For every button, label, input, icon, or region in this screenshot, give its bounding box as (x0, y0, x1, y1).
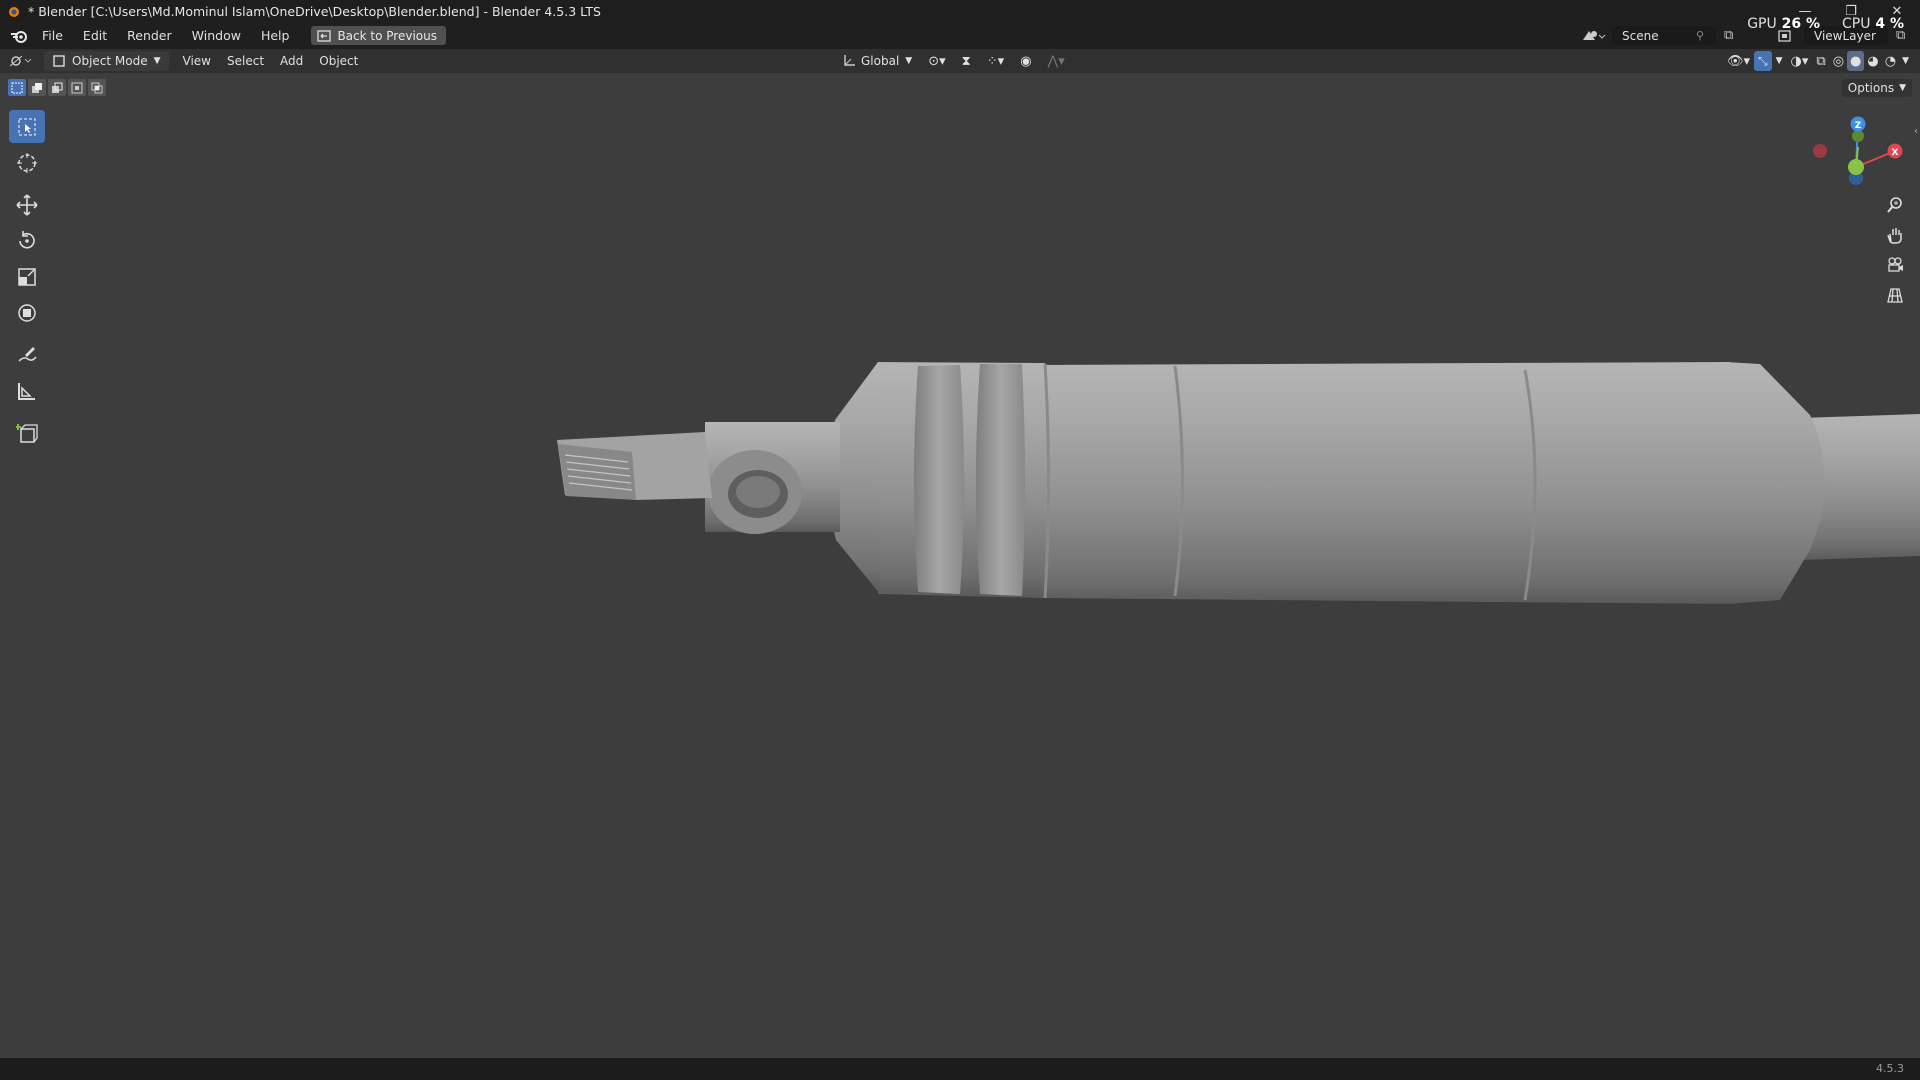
scene-selector[interactable]: Scene ⚲ (1612, 26, 1716, 45)
transform-orientation-dropdown[interactable]: Global ▼ (834, 51, 920, 71)
select-invert-icon[interactable] (68, 79, 86, 96)
chevron-down-icon: ▼ (905, 56, 913, 66)
blender-logo-icon (9, 7, 19, 17)
window-titlebar: * Blender [C:\Users\Md.Mominul Islam\One… (0, 0, 1920, 22)
back-to-previous-button[interactable]: Back to Previous (311, 26, 446, 45)
select-box-tool[interactable] (9, 110, 45, 143)
svg-text:Z: Z (1855, 121, 1862, 131)
annotate-icon (18, 346, 37, 362)
selection-mode-group (8, 79, 106, 96)
gizmo-dropdown-icon[interactable]: ▼ (1772, 51, 1787, 71)
scale-tool[interactable] (9, 260, 45, 293)
menu-window[interactable]: Window (182, 22, 251, 49)
wireframe-shading-icon[interactable]: ◎ (1830, 51, 1847, 71)
material-shading-icon[interactable]: ◕ (1864, 51, 1881, 71)
fullscreen-back-icon (317, 29, 332, 42)
menu-file[interactable]: File (32, 22, 73, 49)
overlays-icon[interactable]: ◑▾ (1787, 51, 1813, 71)
scene-name: Scene (1622, 28, 1659, 43)
mode-dropdown[interactable]: Object Mode ▼ (44, 51, 169, 71)
new-scene-icon[interactable]: ⧉ (1724, 28, 1746, 43)
move-icon (16, 193, 38, 216)
navigation-gizmo[interactable]: Z X (1808, 110, 1908, 200)
cpu-label: CPU (1842, 16, 1871, 32)
editor-type-dropdown[interactable] (0, 51, 40, 71)
viewport-header: Object Mode ▼ View Select Add Object Glo… (0, 49, 1920, 73)
cursor-icon (17, 152, 37, 173)
svg-text:X: X (1892, 148, 1899, 158)
rotate-icon (19, 230, 35, 249)
cursor-tool[interactable] (9, 146, 45, 179)
select-subtract-icon[interactable] (48, 79, 66, 96)
gpu-value: 26 % (1781, 16, 1820, 32)
gpu-label: GPU (1747, 16, 1777, 32)
options-dropdown[interactable]: Options ▼ (1841, 79, 1912, 97)
axis-neg-x-icon[interactable] (1813, 144, 1827, 158)
select-intersect-icon[interactable] (88, 79, 106, 96)
options-label: Options (1847, 81, 1895, 95)
add-cube-icon (16, 423, 38, 443)
cpu-usage: CPU 4 % (1842, 16, 1904, 32)
shading-dropdown-icon[interactable]: ▼ (1899, 51, 1912, 71)
proportional-editing-icon[interactable]: ◉ (1012, 51, 1039, 71)
blender-menu-icon[interactable] (10, 28, 28, 44)
menu-view[interactable]: View (175, 51, 219, 71)
move-tool[interactable] (9, 188, 45, 221)
select-box-icon (18, 118, 36, 135)
menu-help[interactable]: Help (251, 22, 300, 49)
rotate-tool[interactable] (9, 224, 45, 257)
transform-icon (18, 303, 36, 322)
pivot-point-icon[interactable]: ⊙▾ (920, 51, 953, 71)
menu-object[interactable]: Object (311, 51, 366, 71)
select-new-icon[interactable] (8, 79, 26, 96)
back-to-previous-label: Back to Previous (337, 28, 437, 43)
sidebar-toggle-icon[interactable]: ‹ (1914, 126, 1918, 137)
camera-view-icon[interactable] (1880, 250, 1910, 280)
menu-edit[interactable]: Edit (73, 22, 117, 49)
menu-add[interactable]: Add (272, 51, 311, 71)
menu-bar: File Edit Render Window Help Back to Pre… (0, 22, 1920, 49)
3d-viewport-icon (9, 55, 32, 67)
axis-neg-y-icon[interactable] (1852, 130, 1864, 142)
gpu-usage: GPU 26 % (1747, 16, 1820, 32)
falloff-icon[interactable]: ⋀▾ (1040, 51, 1073, 71)
object-mode-icon (53, 55, 65, 67)
snap-target-icon[interactable]: ⁘▾ (979, 51, 1012, 71)
chevron-down-icon: ▼ (153, 56, 161, 66)
measure-icon (18, 382, 35, 400)
orientation-icon (844, 55, 855, 66)
measure-tool[interactable] (9, 374, 45, 407)
window-title: * Blender [C:\Users\Md.Mominul Islam\One… (28, 3, 601, 19)
pin-icon[interactable]: ⚲ (1696, 29, 1716, 42)
select-extend-icon[interactable] (28, 79, 46, 96)
xray-icon[interactable]: ⧉ (1812, 51, 1829, 71)
add-cube-tool[interactable] (9, 416, 45, 449)
annotate-tool[interactable] (9, 338, 45, 371)
snap-icon[interactable]: ⧗ (954, 51, 979, 71)
tool-shelf (9, 110, 45, 452)
zoom-icon[interactable] (1880, 190, 1910, 220)
navigation-tools (1880, 190, 1910, 310)
rendered-shading-icon[interactable]: ◔ (1882, 51, 1899, 71)
scale-icon (18, 267, 36, 286)
version-label: 4.5.3 (1876, 1062, 1904, 1075)
menu-select[interactable]: Select (219, 51, 272, 71)
solid-shading-icon[interactable]: ● (1847, 51, 1865, 71)
axis-y-icon[interactable] (1848, 159, 1864, 175)
pan-hand-icon[interactable] (1880, 220, 1910, 250)
viewport-model (557, 362, 1920, 604)
cpu-value: 4 % (1875, 16, 1904, 32)
gizmo-toggle-icon[interactable]: ⤡ (1754, 51, 1772, 71)
scene-icon[interactable] (1580, 28, 1606, 44)
mode-label: Object Mode (72, 54, 148, 68)
status-bar: 4.5.3 (0, 1058, 1920, 1080)
perspective-grid-icon[interactable] (1880, 280, 1910, 310)
visibility-icon[interactable]: 👁▾ (1723, 51, 1754, 71)
orientation-label: Global (861, 54, 900, 68)
chevron-down-icon: ▼ (1899, 83, 1906, 93)
menu-render[interactable]: Render (117, 22, 182, 49)
transform-tool[interactable] (9, 296, 45, 329)
